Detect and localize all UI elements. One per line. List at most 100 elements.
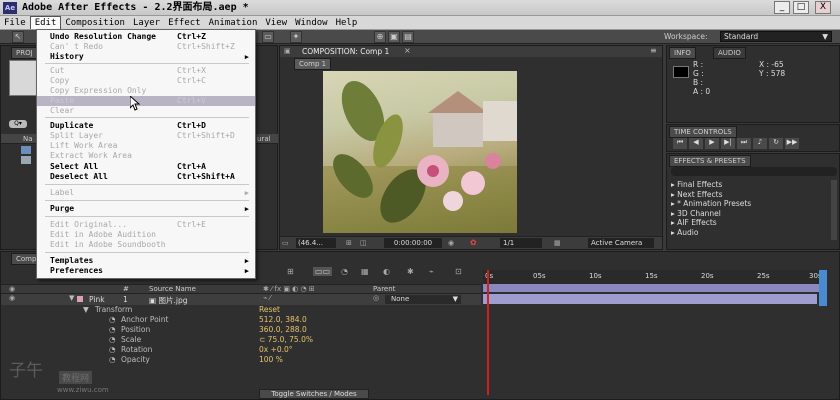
column-source-name[interactable]: Source Name (149, 285, 196, 293)
menu-item-deselect-all[interactable]: Deselect All Ctrl+Shift+A (37, 172, 255, 182)
menu-composition[interactable]: Composition (61, 16, 129, 30)
lock-icon[interactable]: ▣ (284, 47, 291, 55)
parent-select[interactable]: None ▼ (385, 295, 461, 304)
effects-item[interactable]: ▸ Next Effects (671, 190, 837, 200)
ram-preview-icon[interactable]: ▶▶ (785, 138, 799, 149)
stopwatch-icon[interactable]: ◔ (109, 355, 116, 364)
effects-search-input[interactable] (671, 167, 837, 176)
visibility-icon[interactable]: ◉ (9, 294, 15, 302)
selection-tool-icon[interactable]: ↖ (12, 31, 24, 43)
snapshot-icon[interactable]: ◉ (448, 239, 454, 247)
effects-item[interactable]: ▸ * Animation Presets (671, 199, 837, 209)
stopwatch-icon[interactable]: ◔ (109, 335, 116, 344)
menu-animation[interactable]: Animation (205, 16, 262, 30)
menu-item-history[interactable]: History ▶ (37, 52, 255, 62)
effects-scrollbar[interactable] (831, 180, 837, 240)
menu-item-cut[interactable]: Cut Ctrl+X (37, 66, 255, 76)
last-frame-icon[interactable]: ⏭ (737, 138, 751, 149)
stopwatch-icon[interactable]: ◔ (109, 345, 116, 354)
value-position[interactable]: 360.0, 288.0 (259, 325, 307, 334)
next-frame-icon[interactable]: ▶| (721, 138, 735, 149)
menu-help[interactable]: Help (332, 16, 362, 30)
menu-edit[interactable]: Edit (29, 16, 62, 29)
menu-effect[interactable]: Effect (164, 16, 205, 30)
mask-icon[interactable]: ◫ (360, 239, 367, 247)
menu-item-edit-soundbooth[interactable]: Edit in Adobe Soundbooth (37, 240, 255, 250)
layer-row[interactable]: ◉ ▼ Pink 1 ▣ 图片.jpg ⌁ ⁄ ◎ None ▼ (1, 294, 481, 305)
av-switch-icon[interactable]: ◉ (9, 285, 15, 293)
shy-icon[interactable]: ◔ (341, 267, 348, 276)
live-update-icon[interactable]: ⊡ (455, 267, 462, 276)
world-axis-icon[interactable]: ▣ (388, 31, 400, 43)
subtab-comp[interactable]: Comp 1 (294, 58, 332, 70)
graph-editor-icon[interactable]: ⌁ (429, 267, 434, 276)
menu-item-clear[interactable]: Clear (37, 106, 255, 116)
menu-item-paste[interactable]: Paste Ctrl+V (37, 96, 255, 106)
value-anchor-point[interactable]: 512.0, 384.0 (259, 315, 307, 324)
zoom-select[interactable]: (46.4... (296, 238, 336, 248)
camera-select[interactable]: Active Camera (588, 238, 654, 248)
menu-file[interactable]: File (0, 16, 30, 30)
image-item-icon[interactable] (21, 156, 31, 164)
motion-blur-icon[interactable]: ◐ (383, 267, 390, 276)
column-name[interactable]: Na (23, 135, 33, 143)
menu-item-duplicate[interactable]: Duplicate Ctrl+D (37, 121, 255, 131)
menu-item-copy[interactable]: Copy Ctrl+C (37, 76, 255, 86)
comp-item-icon[interactable] (21, 146, 31, 154)
menu-item-preferences[interactable]: Preferences ▶ (37, 266, 255, 276)
region-icon[interactable]: ▦ (554, 239, 561, 247)
work-area-bar[interactable] (483, 284, 821, 292)
grid-icon[interactable]: ⊞ (346, 239, 352, 247)
stopwatch-icon[interactable]: ◔ (109, 315, 116, 324)
workspace-select[interactable]: Standard ▼ (720, 31, 832, 42)
effects-item[interactable]: ▸ AIF Effects (671, 218, 837, 228)
menu-layer[interactable]: Layer (129, 16, 164, 30)
brainstorm-icon[interactable]: ✱ (407, 267, 414, 276)
pickwhip-icon[interactable]: ◎ (373, 294, 379, 302)
toggle-switches-modes-button[interactable]: Toggle Switches / Modes (259, 389, 369, 399)
tab-time-controls[interactable]: TIME CONTROLS (669, 126, 737, 138)
tab-info[interactable]: INFO (669, 47, 696, 59)
prev-frame-icon[interactable]: ◀ (689, 138, 703, 149)
channel-icon[interactable]: ✿ (470, 238, 477, 247)
transform-expand-icon[interactable]: ▼ (83, 305, 89, 314)
menu-item-undo[interactable]: Undo Resolution Change Ctrl+Z (37, 32, 255, 42)
tab-effects-presets[interactable]: EFFECTS & PRESETS (669, 155, 751, 167)
loop-icon[interactable]: ↻ (769, 138, 783, 149)
first-frame-icon[interactable]: ⏮ (673, 138, 687, 149)
brush-tool-icon[interactable]: ▭ (262, 31, 274, 43)
menu-item-edit-audition[interactable]: Edit in Adobe Audition (37, 230, 255, 240)
composition-image[interactable] (323, 71, 517, 233)
layer-switches[interactable]: ⌁ ⁄ (263, 294, 271, 302)
menu-item-purge[interactable]: Purge ▶ (37, 204, 255, 214)
timeline-scroll-handle[interactable] (819, 270, 827, 306)
column-parent[interactable]: Parent (373, 285, 395, 293)
value-scale[interactable]: ⊂ 75.0, 75.0% (259, 335, 313, 344)
value-opacity[interactable]: 100 % (259, 355, 283, 364)
puppet-tool-icon[interactable]: ✦ (290, 31, 302, 43)
minimize-button[interactable]: _ (774, 1, 790, 14)
draft-3d-icon[interactable]: ▭▭ (313, 267, 333, 276)
menu-item-extract-work-area[interactable]: Extract Work Area (37, 151, 255, 161)
column-type[interactable]: ural (257, 135, 271, 143)
play-icon[interactable]: ▶ (705, 138, 719, 149)
panel-menu-icon[interactable]: ≡ (650, 46, 657, 55)
tab-audio[interactable]: AUDIO (713, 47, 746, 59)
stopwatch-icon[interactable]: ◔ (109, 325, 116, 334)
playhead[interactable] (487, 270, 489, 395)
transform-reset[interactable]: Reset (259, 305, 280, 314)
close-tab-icon[interactable]: × (404, 46, 411, 55)
menu-item-select-all[interactable]: Select All Ctrl+A (37, 162, 255, 172)
search-icon[interactable]: Q▾ (9, 120, 27, 128)
time-ruler[interactable]: 0s 05s 10s 15s 20s 25s 30s (483, 270, 823, 284)
tab-project[interactable]: PROJ (11, 47, 38, 59)
tab-composition[interactable]: COMPOSITION: Comp 1 (302, 47, 389, 56)
menu-item-label[interactable]: Label ▶ (37, 188, 255, 198)
menu-item-edit-original[interactable]: Edit Original... Ctrl+E (37, 220, 255, 230)
menu-view[interactable]: View (261, 16, 291, 30)
close-button[interactable]: X (815, 1, 831, 14)
effects-item[interactable]: ▸ 3D Channel (671, 209, 837, 219)
effects-item[interactable]: ▸ Audio (671, 228, 837, 238)
preview-icon[interactable]: ▭ (282, 239, 289, 247)
audio-icon[interactable]: ♪ (753, 138, 767, 149)
